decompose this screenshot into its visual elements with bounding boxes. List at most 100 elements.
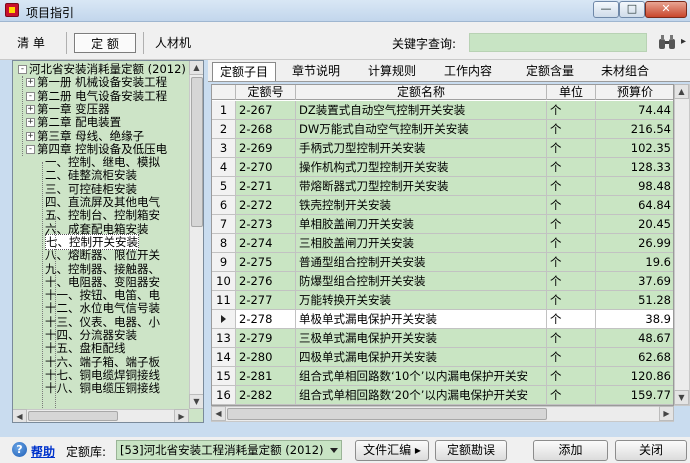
price-cell[interactable]: 38.9 — [596, 310, 673, 329]
header-unit[interactable]: 单位 — [547, 85, 596, 100]
tab-labor-material-machine[interactable]: 人材机 — [150, 33, 196, 53]
header-name[interactable]: 定额名称 — [296, 85, 547, 100]
table-row[interactable]: 16 2-282 组合式单相回路数‘20个’以内漏电保护开关安个 159.77 — [212, 386, 673, 405]
table-row[interactable]: 4 2-270 操作机构式刀型控制开关安装个 128.33 — [212, 158, 673, 177]
price-cell[interactable]: 102.35 — [596, 139, 673, 158]
quota-name-cell[interactable]: 带熔断器式刀型控制开关安装 — [296, 177, 547, 196]
help-link[interactable]: 帮助 — [31, 443, 55, 460]
grid-hscroll-thumb[interactable] — [227, 408, 547, 420]
row-number[interactable]: 11 — [212, 291, 236, 310]
row-number[interactable]: 8 — [212, 234, 236, 253]
tree-item[interactable]: 七、控制开关安装 — [45, 233, 139, 250]
row-number[interactable]: 13 — [212, 329, 236, 348]
table-row[interactable]: 1 2-267 DZ装置式自动空气控制开关安装个 74.44 — [212, 101, 673, 120]
table-row[interactable]: 2-278 单极单式漏电保护开关安装个 38.9 — [212, 310, 673, 329]
tree-item[interactable]: 一、控制、继电、模拟 — [45, 156, 160, 169]
price-cell[interactable]: 159.77 — [596, 386, 673, 405]
unit-cell[interactable]: 个 — [547, 234, 596, 253]
price-cell[interactable]: 26.99 — [596, 234, 673, 253]
price-cell[interactable]: 51.28 — [596, 291, 673, 310]
tree-item[interactable]: 九、控制器、接触器、 — [45, 262, 160, 276]
grid-vertical-scrollbar[interactable]: ▲ ▼ — [674, 84, 690, 406]
tree-item[interactable]: 第一章 变压器 — [37, 102, 110, 116]
quota-errata-button[interactable]: 定额勘误 — [435, 440, 507, 461]
quota-code-cell[interactable]: 2-282 — [236, 386, 296, 405]
tree-item[interactable]: 十四、分流器安装 — [45, 329, 137, 342]
unit-cell[interactable]: 个 — [547, 101, 596, 120]
unit-cell[interactable]: 个 — [547, 120, 596, 139]
quota-code-cell[interactable]: 2-271 — [236, 177, 296, 196]
tree-item[interactable]: 十六、端子箱、端子板 — [45, 355, 160, 369]
unit-cell[interactable]: 个 — [547, 386, 596, 405]
tree-item[interactable]: 十一、按钮、电笛、电 — [45, 289, 160, 302]
scroll-left-arrow-icon[interactable]: ◀ — [211, 406, 226, 421]
quota-name-cell[interactable]: DW万能式自动空气控制开关安装 — [296, 120, 547, 139]
scroll-right-arrow-icon[interactable]: ▶ — [174, 409, 189, 422]
table-row[interactable]: 5 2-271 带熔断器式刀型控制开关安装个 98.48 — [212, 177, 673, 196]
tab-quota-items[interactable]: 定额子目 — [212, 62, 276, 81]
table-row[interactable]: 14 2-280 四极单式漏电保护开关安装个 62.68 — [212, 348, 673, 367]
tree-item[interactable]: 八、熔断器、限位开关 — [45, 249, 160, 262]
quota-name-cell[interactable]: 三极单式漏电保护开关安装 — [296, 329, 547, 348]
table-row[interactable]: 2 2-268 DW万能式自动空气控制开关安装个 216.54 — [212, 120, 673, 139]
tree-item[interactable]: 第四章 控制设备及低压电 — [37, 142, 167, 156]
tree-item[interactable]: 第二章 配电装置 — [37, 116, 121, 129]
tree-horizontal-scrollbar[interactable]: ◀ ▶ — [13, 409, 189, 422]
tab-quota[interactable]: 定 额 — [74, 33, 136, 53]
tree-item[interactable]: 河北省安装消耗量定额 (2012) — [29, 63, 186, 76]
expand-icon[interactable]: + — [26, 118, 35, 128]
table-row[interactable]: 10 2-276 防爆型组合控制开关安装个 37.69 — [212, 272, 673, 291]
tree-item[interactable]: 十八、铜电缆压铜接线 — [45, 382, 160, 395]
expand-icon[interactable]: + — [26, 78, 35, 88]
minimize-button[interactable]: — — [593, 1, 619, 18]
tree-item[interactable]: 十七、铜电缆焊铜接线 — [45, 368, 160, 382]
quota-name-cell[interactable]: 单相胶盖闸刀开关安装 — [296, 215, 547, 234]
quota-code-cell[interactable]: 2-272 — [236, 196, 296, 215]
scroll-up-arrow-icon[interactable]: ▲ — [674, 84, 689, 99]
quota-code-cell[interactable]: 2-274 — [236, 234, 296, 253]
tab-chapter-notes[interactable]: 章节说明 — [286, 62, 346, 81]
unit-cell[interactable]: 个 — [547, 272, 596, 291]
tree-item[interactable]: 十三、仪表、电器、小 — [45, 315, 160, 329]
tree-item[interactable]: 第三章 母线、绝缘子 — [37, 129, 144, 143]
row-number[interactable]: 16 — [212, 386, 236, 405]
table-row[interactable]: 7 2-273 单相胶盖闸刀开关安装个 20.45 — [212, 215, 673, 234]
table-row[interactable]: 6 2-272 铁壳控制开关安装个 64.84 — [212, 196, 673, 215]
row-number[interactable]: 1 — [212, 101, 236, 120]
row-number[interactable]: 10 — [212, 272, 236, 291]
maximize-button[interactable]: □ — [619, 1, 645, 18]
tree-item[interactable]: 三、可控硅柜安装 — [45, 182, 137, 196]
quota-code-cell[interactable]: 2-268 — [236, 120, 296, 139]
quota-code-cell[interactable]: 2-267 — [236, 101, 296, 120]
tree-item[interactable]: 五、控制台、控制箱安 — [45, 209, 160, 222]
table-row[interactable]: 8 2-274 三相胶盖闸刀开关安装个 26.99 — [212, 234, 673, 253]
header-code[interactable]: 定额号 — [236, 85, 296, 100]
quota-name-cell[interactable]: 普通型组合控制开关安装 — [296, 253, 547, 272]
tab-bill[interactable]: 清 单 — [8, 33, 54, 53]
scroll-up-arrow-icon[interactable]: ▲ — [189, 61, 203, 75]
add-button[interactable]: 添加 — [533, 440, 608, 461]
unit-cell[interactable]: 个 — [547, 348, 596, 367]
quota-code-cell[interactable]: 2-279 — [236, 329, 296, 348]
price-cell[interactable]: 37.69 — [596, 272, 673, 291]
quota-name-cell[interactable]: 组合式单相回路数‘10个’以内漏电保护开关安 — [296, 367, 547, 386]
row-number[interactable]: 14 — [212, 348, 236, 367]
keyword-search-input[interactable] — [469, 33, 647, 52]
tab-quota-content[interactable]: 定额含量 — [518, 62, 582, 81]
close-window-button[interactable]: ✕ — [645, 1, 687, 18]
quota-code-cell[interactable]: 2-275 — [236, 253, 296, 272]
unit-cell[interactable]: 个 — [547, 291, 596, 310]
price-cell[interactable]: 19.6 — [596, 253, 673, 272]
quota-name-cell[interactable]: 单极单式漏电保护开关安装 — [296, 310, 547, 329]
tree-item[interactable]: 四、直流屏及其他电气 — [45, 196, 160, 209]
quota-name-cell[interactable]: 操作机构式刀型控制开关安装 — [296, 158, 547, 177]
row-number[interactable]: 4 — [212, 158, 236, 177]
unit-cell[interactable]: 个 — [547, 158, 596, 177]
quota-name-cell[interactable]: 防爆型组合控制开关安装 — [296, 272, 547, 291]
unit-cell[interactable]: 个 — [547, 139, 596, 158]
quota-code-cell[interactable]: 2-276 — [236, 272, 296, 291]
price-cell[interactable]: 216.54 — [596, 120, 673, 139]
tree-vertical-scrollbar[interactable]: ▲ ▼ — [189, 61, 203, 409]
price-cell[interactable]: 62.68 — [596, 348, 673, 367]
overflow-chevron-icon[interactable]: ▸ — [681, 34, 690, 50]
